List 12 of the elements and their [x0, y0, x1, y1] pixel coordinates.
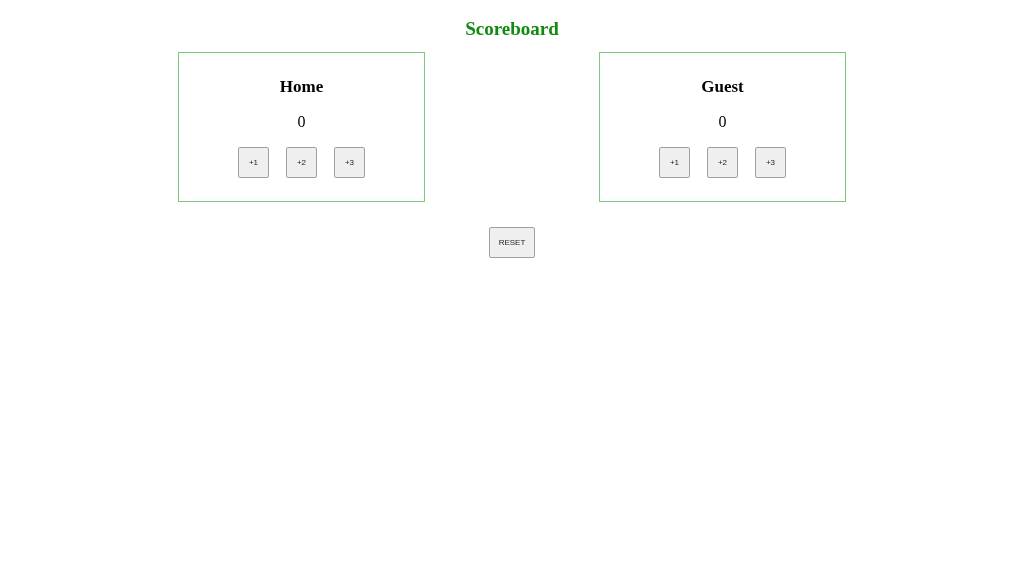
team-name: Guest	[701, 77, 744, 97]
team-score: 0	[297, 112, 306, 131]
reset-button[interactable]: RESET	[489, 227, 535, 258]
add-points-button[interactable]: +2	[286, 147, 317, 178]
add-points-button[interactable]: +1	[238, 147, 269, 178]
team-score: 0	[718, 112, 727, 131]
add-points-button[interactable]: +1	[659, 147, 690, 178]
add-points-button[interactable]: +3	[755, 147, 786, 178]
team-name: Home	[279, 77, 324, 97]
add-points-button[interactable]: +3	[334, 147, 365, 178]
scoreboard-title: Scoreboard	[465, 18, 559, 40]
add-points-button[interactable]: +2	[707, 147, 738, 178]
